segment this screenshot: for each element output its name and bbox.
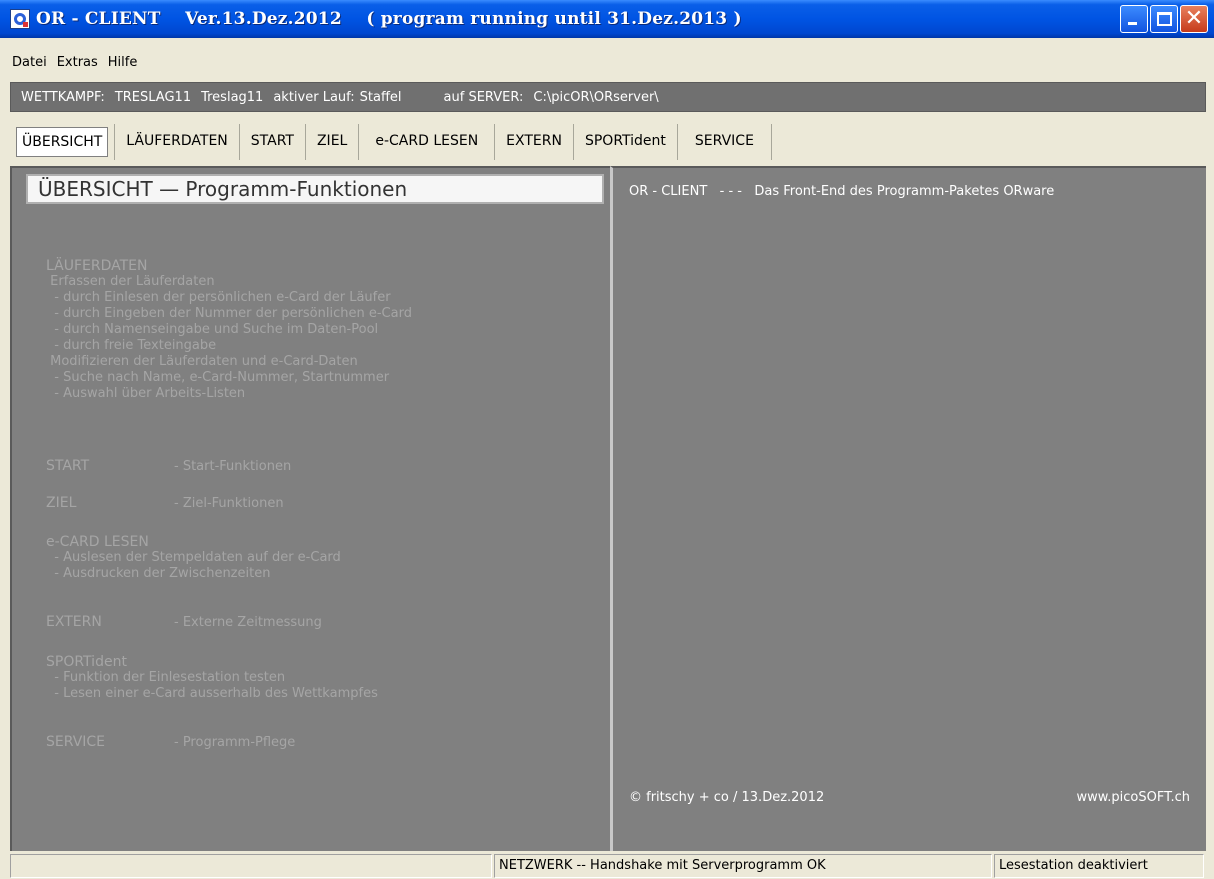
section-heading: SPORTident	[46, 654, 127, 670]
feature-line: - Ausdrucken der Zwischenzeiten	[46, 566, 271, 581]
feature-line: - Funktion der Einlesestation testen	[46, 670, 286, 685]
window-controls: ✕	[1120, 5, 1208, 33]
section-ziel-heading: ZIEL	[46, 495, 77, 511]
tab-start[interactable]: START	[240, 124, 306, 160]
feature-line: - Suche nach Name, e-Card-Nummer, Startn…	[46, 370, 390, 385]
section-ecard-lesen: e-CARD LESEN - Auslesen der Stempeldaten…	[46, 534, 341, 582]
website-link[interactable]: www.picoSOFT.ch	[1077, 790, 1190, 805]
section-sportident: SPORTident - Funktion der Einlesestation…	[46, 654, 378, 702]
section-heading: e-CARD LESEN	[46, 534, 149, 550]
feature-line: Modifizieren der Läuferdaten und e-Card-…	[46, 354, 358, 369]
section-start-desc: - Start-Funktionen	[174, 459, 292, 474]
feature-line: - Lesen einer e-Card ausserhalb des Wett…	[46, 686, 378, 701]
status-bar: NETZWERK -- Handshake mit Serverprogramm…	[0, 853, 1214, 879]
wettkampf-code: TRESLAG11	[114, 89, 192, 105]
overview-panel: ÜBERSICHT — Programm-Funktionen LÄUFERDA…	[10, 166, 610, 851]
title-bar[interactable]: OR - CLIENT Ver.13.Dez.2012 ( program ru…	[0, 0, 1214, 38]
server-label: auf SERVER:	[443, 89, 524, 105]
close-icon: ✕	[1184, 6, 1204, 31]
feature-line: - Auswahl über Arbeits-Listen	[46, 386, 246, 401]
tab-uebersicht[interactable]: ÜBERSICHT	[16, 127, 109, 157]
feature-line: - durch Eingeben der Nummer der persönli…	[46, 306, 412, 321]
copyright-text: © fritschy + co / 13.Dez.2012	[629, 790, 825, 805]
status-cell-left	[10, 854, 492, 878]
menu-hilfe[interactable]: Hilfe	[103, 52, 143, 74]
reader-status: Lesestation deaktiviert	[994, 854, 1204, 878]
feature-line: - durch Namenseingabe und Suche im Daten…	[46, 322, 379, 337]
tab-sportident[interactable]: SPORTident	[574, 124, 678, 160]
minimize-icon	[1128, 22, 1137, 25]
section-service-heading: SERVICE	[46, 734, 106, 750]
tab-extern[interactable]: EXTERN	[495, 124, 574, 160]
section-laeuferdaten: LÄUFERDATEN Erfassen der Läuferdaten - d…	[46, 258, 412, 402]
feature-line: Erfassen der Läuferdaten	[46, 274, 215, 289]
maximize-button[interactable]	[1150, 5, 1178, 33]
tab-laeuferdaten[interactable]: LÄUFERDATEN	[114, 124, 240, 160]
tab-service[interactable]: SERVICE	[678, 124, 772, 160]
maximize-icon	[1157, 12, 1172, 26]
or-client-app-icon[interactable]	[10, 9, 30, 29]
close-button[interactable]: ✕	[1180, 5, 1208, 33]
wettkampf-label: WETTKAMPF:	[21, 89, 105, 105]
main-tabs: ÜBERSICHT LÄUFERDATEN START ZIEL e-CARD …	[10, 124, 772, 160]
feature-line: - durch Einlesen der persönlichen e-Card…	[46, 290, 391, 305]
active-run-label: aktiver Lauf:	[273, 89, 355, 105]
section-ziel-desc: - Ziel-Funktionen	[174, 496, 284, 511]
minimize-button[interactable]	[1120, 5, 1148, 33]
feature-line: - durch freie Texteingabe	[46, 338, 217, 353]
tab-ecard-lesen[interactable]: e-CARD LESEN	[359, 124, 496, 160]
section-extern-desc: - Externe Zeitmessung	[174, 615, 322, 630]
window-title: OR - CLIENT Ver.13.Dez.2012 ( program ru…	[36, 9, 742, 29]
menu-bar: Datei Extras Hilfe	[0, 52, 142, 74]
wettkampf-name: Treslag11	[201, 89, 264, 105]
section-heading: LÄUFERDATEN	[46, 258, 148, 274]
server-path: C:\picOR\ORserver\	[533, 89, 659, 105]
tab-ziel[interactable]: ZIEL	[306, 124, 360, 160]
competition-info-bar: WETTKAMPF: TRESLAG11 Treslag11 aktiver L…	[10, 82, 1206, 112]
menu-datei[interactable]: Datei	[0, 52, 52, 74]
section-service-desc: - Programm-Pflege	[174, 735, 296, 750]
info-panel: OR - CLIENT - - - Das Front-End des Prog…	[610, 166, 1206, 851]
active-run-value: Staffel	[359, 89, 402, 105]
feature-line: - Auslesen der Stempeldaten auf der e-Ca…	[46, 550, 341, 565]
section-start-heading: START	[46, 458, 90, 474]
menu-extras[interactable]: Extras	[52, 52, 103, 74]
section-extern-heading: EXTERN	[46, 614, 102, 630]
product-description: OR - CLIENT - - - Das Front-End des Prog…	[629, 184, 1055, 199]
network-status: NETZWERK -- Handshake mit Serverprogramm…	[494, 854, 992, 878]
overview-heading: ÜBERSICHT — Programm-Funktionen	[26, 174, 604, 204]
